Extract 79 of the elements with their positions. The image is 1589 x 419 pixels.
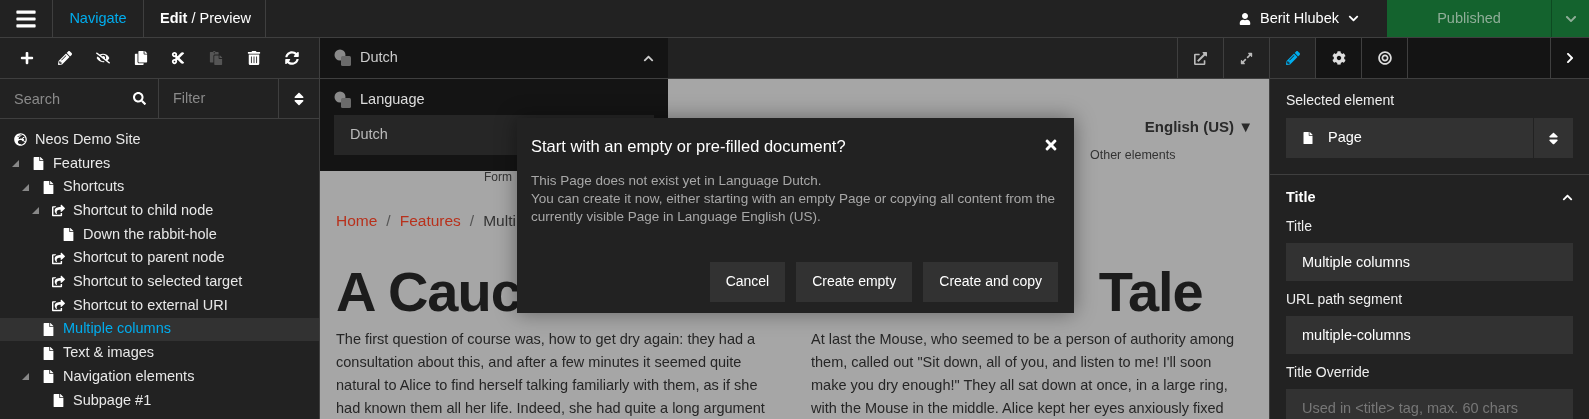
hidden-eye-icon	[95, 51, 110, 65]
dialog-button[interactable]: Cancel	[709, 261, 786, 302]
page-icon	[42, 322, 55, 336]
tree-item[interactable]: Text & images	[0, 341, 319, 365]
page-icon	[52, 393, 65, 407]
close-icon	[1043, 137, 1059, 153]
shortcut-icon	[52, 299, 65, 313]
nav-link[interactable]: Other elements	[1090, 146, 1176, 165]
tree-item[interactable]: Shortcut to child node	[0, 199, 319, 223]
page-icon	[42, 370, 55, 384]
expand-triangle-icon[interactable]	[12, 160, 19, 168]
page-icon	[62, 228, 75, 242]
tree-item[interactable]: Shortcut to external URI	[0, 293, 319, 318]
tree-item[interactable]: Neos Demo Site	[0, 128, 319, 152]
add-icon	[19, 51, 34, 65]
tree-item[interactable]: Features	[0, 151, 319, 176]
settings-icon	[1331, 51, 1346, 65]
filter-field[interactable]: Filter	[159, 79, 279, 118]
nav-link[interactable]: Form	[484, 168, 512, 186]
refresh-icon	[285, 51, 300, 65]
dimension-selector[interactable]: Dutch	[320, 38, 668, 78]
copy-icon	[133, 51, 148, 65]
external-link-icon	[1194, 51, 1207, 65]
field-label: Title	[1286, 216, 1313, 236]
language-menu[interactable]: English (US) ▼	[1144, 115, 1253, 138]
globe-icon	[14, 133, 27, 147]
text-field[interactable]: multiple-columns	[1286, 315, 1573, 354]
target-icon	[1377, 51, 1392, 65]
page-icon	[42, 180, 55, 194]
tree-item[interactable]: Subpage #1	[0, 388, 319, 413]
expand-triangle-icon[interactable]	[22, 373, 29, 381]
page-heading: A Cauc	[336, 264, 521, 320]
tree-item[interactable]: Navigation elements	[0, 364, 319, 389]
shortcut-icon	[52, 251, 65, 265]
body-paragraph: At last the Mouse, who seemed to be a person of authority among them, called out "Sit down, all of you, and listen to me! I'll soon make you dry enough!" They all sat down at once, in a large ring, with the Mouse in the middle. Alice kept her eyes anxiously fixed	[811, 330, 1236, 418]
field-label: URL path segment	[1286, 289, 1404, 309]
page-icon	[32, 157, 45, 171]
section-header[interactable]: Title	[1286, 187, 1573, 209]
trash-icon	[247, 51, 262, 65]
dialog-button[interactable]: Create empty	[796, 261, 913, 302]
field-label: Selected element	[1286, 91, 1396, 110]
user-menu[interactable]: Berit Hlubek	[1227, 0, 1371, 37]
dialog-message: This Page does not exist yet in Language Dutch.	[531, 171, 823, 190]
paste-icon	[209, 51, 224, 65]
element-select[interactable]: Page	[1286, 118, 1573, 158]
breadcrumb-separator: /	[469, 210, 475, 231]
user-icon	[1239, 12, 1251, 25]
field-label: Title Override	[1286, 362, 1371, 382]
pencil-icon	[57, 51, 72, 65]
tree-item[interactable]: Down the rabbit-hole	[0, 222, 319, 247]
page-icon	[1302, 132, 1314, 144]
text-field[interactable]: Multiple columns	[1286, 242, 1573, 281]
expand-triangle-icon[interactable]	[32, 207, 39, 215]
breadcrumb-separator: /	[386, 210, 391, 231]
dialog-button[interactable]: Create and copy	[923, 261, 1058, 302]
expand-icon	[1240, 51, 1253, 65]
tree-item[interactable]: Multiple columns	[0, 317, 319, 342]
body-paragraph: The first question of course was, how to get dry again: they had a consultation about this, and after a few minutes it seemed quite natural to Alice to find herself talking familiarly with them, as if she had known them all her life. Indeed, she had quite a long argument	[336, 330, 766, 418]
pencil-icon	[1285, 51, 1300, 65]
dialog-message: You can create it now, either starting with an empty Page or copying all content from the currently visible Page in Language English (US).	[531, 189, 1057, 226]
expand-triangle-icon[interactable]	[22, 183, 29, 191]
chevron-down-icon	[1348, 13, 1359, 24]
chevron-right-icon	[1564, 52, 1576, 64]
translate-icon	[334, 91, 352, 109]
scissors-icon	[171, 51, 186, 65]
breadcrumb-current: Multi	[483, 210, 516, 231]
translate-icon	[334, 49, 352, 67]
tree-item[interactable]: Shortcut to selected target	[0, 270, 319, 294]
page-heading: Tale	[1098, 264, 1203, 320]
text-field[interactable]: Used in <title> tag, max. 60 chars	[1286, 388, 1573, 419]
tree-item[interactable]: Shortcuts	[0, 175, 319, 200]
shortcut-icon	[52, 204, 65, 218]
tree-item[interactable]: Shortcut to parent node	[0, 246, 319, 271]
page-icon	[42, 346, 55, 360]
dimension-label: Language	[360, 90, 425, 110]
search-field[interactable]: Search	[0, 79, 133, 118]
sort-icon	[1546, 130, 1561, 146]
search-icon	[133, 92, 146, 105]
shortcut-icon	[52, 275, 65, 289]
